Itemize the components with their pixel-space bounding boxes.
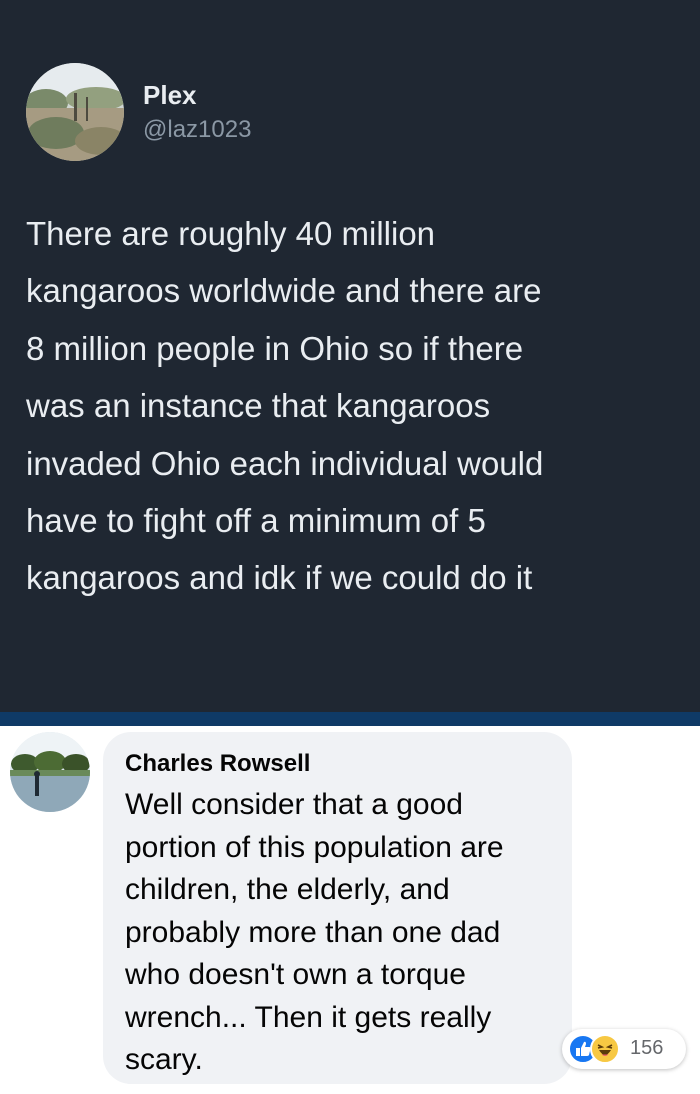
comment-line: scary.: [125, 1043, 203, 1076]
comment-line: portion of this population are: [125, 830, 504, 864]
laughing-face-icon: [597, 1044, 613, 1056]
tweet-text: There are roughly 40 million kangaroos w…: [26, 205, 676, 607]
avatar-image: [26, 63, 124, 161]
tweet-line: There are roughly 40 million: [26, 215, 436, 252]
user-handle[interactable]: @laz1023: [143, 116, 251, 144]
reaction-count: 156: [630, 1037, 664, 1059]
divider: [0, 712, 700, 726]
comment-line: children, the elderly, and: [125, 873, 450, 906]
commenter-avatar-image: [10, 732, 90, 812]
reaction-summary[interactable]: 156: [562, 1029, 686, 1069]
tweet-line: kangaroos worldwide and there are: [26, 272, 542, 310]
tweet-line: was an instance that kangaroos: [26, 387, 491, 425]
comment-line: Well consider that a good: [125, 788, 463, 821]
comment-text: Well consider that a good portion of thi…: [125, 784, 565, 1082]
haha-icon: [590, 1034, 620, 1064]
comment-line: probably more than one dad: [125, 915, 501, 949]
tweet-card: Plex @laz1023 There are roughly 40 milli…: [0, 0, 700, 712]
comment-line: who doesn't own a torque: [125, 958, 466, 991]
tweet-line: invaded Ohio each individual would: [26, 444, 544, 482]
comment-bubble: Charles Rowsell Well consider that a goo…: [103, 732, 572, 1084]
tweet-line: kangaroos and idk if we could do it: [26, 559, 533, 597]
avatar[interactable]: [26, 63, 124, 161]
display-name[interactable]: Plex: [143, 80, 197, 111]
commenter-name[interactable]: Charles Rowsell: [125, 750, 310, 778]
commenter-avatar[interactable]: [10, 732, 90, 812]
tweet-line: 8 million people in Ohio so if there: [26, 329, 524, 367]
comment-line: wrench... Then it gets really: [125, 1000, 492, 1034]
tweet-line: have to fight off a minimum of 5: [26, 502, 486, 540]
